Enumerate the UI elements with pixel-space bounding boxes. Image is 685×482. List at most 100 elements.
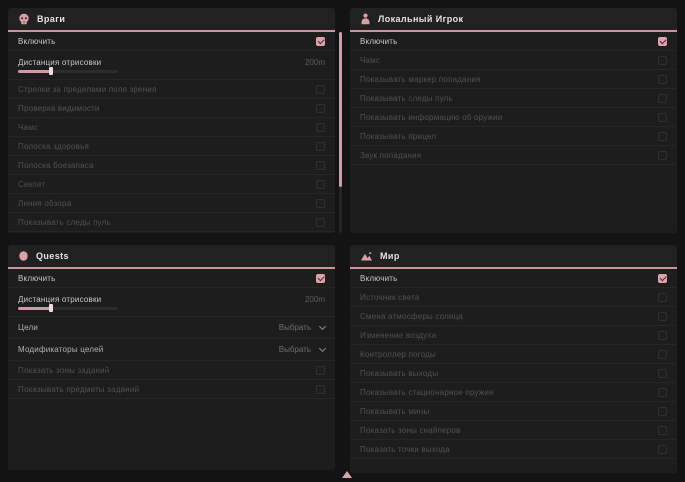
checkbox[interactable]: [658, 388, 667, 397]
option-label: Показывать стационарное оружие: [360, 388, 494, 397]
checkbox[interactable]: [658, 151, 667, 160]
select-value: Выбрать: [279, 345, 311, 354]
checkbox[interactable]: [658, 274, 667, 283]
panel-local-player: Локальный Игрок Включить Чамс Показывать…: [350, 8, 677, 233]
option-row-ammo-bar[interactable]: Полоска боезапаса: [8, 156, 335, 175]
option-label: Источник света: [360, 293, 420, 302]
checkbox[interactable]: [316, 161, 325, 170]
option-row-quest-items[interactable]: Показывать предметы заданий: [8, 380, 335, 399]
option-row-hit-sound[interactable]: Звук попадания: [350, 146, 677, 165]
draw-distance-slider[interactable]: [18, 70, 118, 73]
option-label: Чамс: [18, 123, 38, 132]
draw-distance-slider[interactable]: [18, 307, 118, 310]
option-row-bullet-traces[interactable]: Показывать следы пуль: [8, 213, 335, 232]
checkbox[interactable]: [316, 199, 325, 208]
select-value: Выбрать: [279, 323, 311, 332]
option-label: Показывать выходы: [360, 369, 438, 378]
select-label: Модификаторы целей: [18, 345, 103, 354]
chevron-down-icon: [319, 344, 326, 351]
targets-select-row: Цели Выбрать: [8, 317, 335, 339]
option-row-skeleton[interactable]: Скелет: [8, 175, 335, 194]
checkbox[interactable]: [316, 180, 325, 189]
option-label: Изменение воздуха: [360, 331, 436, 340]
option-row-bullet-traces[interactable]: Показывать следы пуль: [350, 89, 677, 108]
option-label: Звук попадания: [360, 151, 421, 160]
panel-enemies-header: Враги: [8, 8, 335, 32]
checkbox[interactable]: [316, 218, 325, 227]
slider-fill: [18, 307, 52, 310]
option-row-sun-atmosphere[interactable]: Смена атмосферы солнца: [350, 307, 677, 326]
option-label: Показывать мины: [360, 407, 429, 416]
checkbox[interactable]: [658, 426, 667, 435]
option-row-hit-marker[interactable]: Показывать маркер попадания: [350, 70, 677, 89]
option-label: Показывать маркер попадания: [360, 75, 481, 84]
draw-distance-row: Дистанция отрисовки 200m: [8, 288, 335, 317]
option-row-exits[interactable]: Показывать выходы: [350, 364, 677, 383]
panel-quests: Quests Включить Дистанция отрисовки 200m…: [8, 245, 335, 470]
option-row-line-of-sight[interactable]: Линия обзора: [8, 194, 335, 213]
option-label: Показывать предметы заданий: [18, 385, 139, 394]
option-row-weapon-info[interactable]: Показывать информацию об оружии: [350, 108, 677, 127]
option-row-exit-points[interactable]: Показать точки выхода: [350, 440, 677, 459]
checkbox[interactable]: [658, 293, 667, 302]
option-row-visibility-check[interactable]: Проверка видимости: [8, 99, 335, 118]
checkbox[interactable]: [658, 56, 667, 65]
targets-select[interactable]: Выбрать: [279, 323, 325, 332]
option-row-sniper-zones[interactable]: Показать зоны снайперов: [350, 421, 677, 440]
option-row-enable[interactable]: Включить: [8, 269, 335, 288]
slider-thumb[interactable]: [49, 304, 53, 312]
person-icon: [360, 13, 371, 25]
option-row-chams[interactable]: Чамс: [8, 118, 335, 137]
slider-thumb[interactable]: [49, 67, 53, 75]
option-label: Включить: [360, 274, 398, 283]
scrollbar-track[interactable]: [339, 32, 342, 233]
option-row-enable[interactable]: Включить: [350, 32, 677, 51]
option-label: Показывать информацию об оружии: [360, 113, 502, 122]
checkbox[interactable]: [316, 142, 325, 151]
option-row-stationary-weapons[interactable]: Показывать стационарное оружие: [350, 383, 677, 402]
option-label: Включить: [18, 274, 56, 283]
checkbox[interactable]: [658, 37, 667, 46]
checkbox[interactable]: [658, 94, 667, 103]
checkbox[interactable]: [316, 104, 325, 113]
checkbox[interactable]: [658, 407, 667, 416]
scrollbar-thumb[interactable]: [339, 32, 342, 187]
target-modifiers-select-row: Модификаторы целей Выбрать: [8, 339, 335, 361]
slider-value: 200m: [305, 58, 325, 67]
checkbox[interactable]: [658, 369, 667, 378]
option-row-crosshair[interactable]: Показывать прицел: [350, 127, 677, 146]
checkbox[interactable]: [316, 85, 325, 94]
checkbox[interactable]: [316, 366, 325, 375]
checkbox[interactable]: [316, 37, 325, 46]
option-row-enable[interactable]: Включить: [8, 32, 335, 51]
option-row-quest-zones[interactable]: Показать зоны заданий: [8, 361, 335, 380]
target-modifiers-select[interactable]: Выбрать: [279, 345, 325, 354]
panel-world-header: Мир: [350, 245, 677, 269]
checkbox[interactable]: [658, 113, 667, 122]
option-row-chams[interactable]: Чамс: [350, 51, 677, 70]
option-row-light-source[interactable]: Источник света: [350, 288, 677, 307]
draw-distance-row: Дистанция отрисовки 200m: [8, 51, 335, 80]
checkbox[interactable]: [658, 312, 667, 321]
panel-world: Мир Включить Источник света Смена атмосф…: [350, 245, 677, 473]
option-row-air-change[interactable]: Изменение воздуха: [350, 326, 677, 345]
checkbox[interactable]: [658, 75, 667, 84]
checkbox[interactable]: [658, 331, 667, 340]
slider-value: 200m: [305, 295, 325, 304]
option-row-mines[interactable]: Показывать мины: [350, 402, 677, 421]
panel-title: Локальный Игрок: [378, 14, 463, 24]
option-label: Чамс: [360, 56, 380, 65]
checkbox[interactable]: [316, 274, 325, 283]
option-row-health-bar[interactable]: Полоска здоровья: [8, 137, 335, 156]
option-label: Стрелки за пределами поля зрения: [18, 85, 157, 94]
checkbox[interactable]: [658, 350, 667, 359]
option-row-offscreen-arrows[interactable]: Стрелки за пределами поля зрения: [8, 80, 335, 99]
checkbox[interactable]: [658, 445, 667, 454]
option-row-weather-controller[interactable]: Контроллер погоды: [350, 345, 677, 364]
checkbox[interactable]: [316, 385, 325, 394]
checkbox[interactable]: [658, 132, 667, 141]
option-label: Проверка видимости: [18, 104, 100, 113]
option-row-enable[interactable]: Включить: [350, 269, 677, 288]
panel-enemies: Враги Включить Дистанция отрисовки 200m …: [8, 8, 335, 233]
checkbox[interactable]: [316, 123, 325, 132]
